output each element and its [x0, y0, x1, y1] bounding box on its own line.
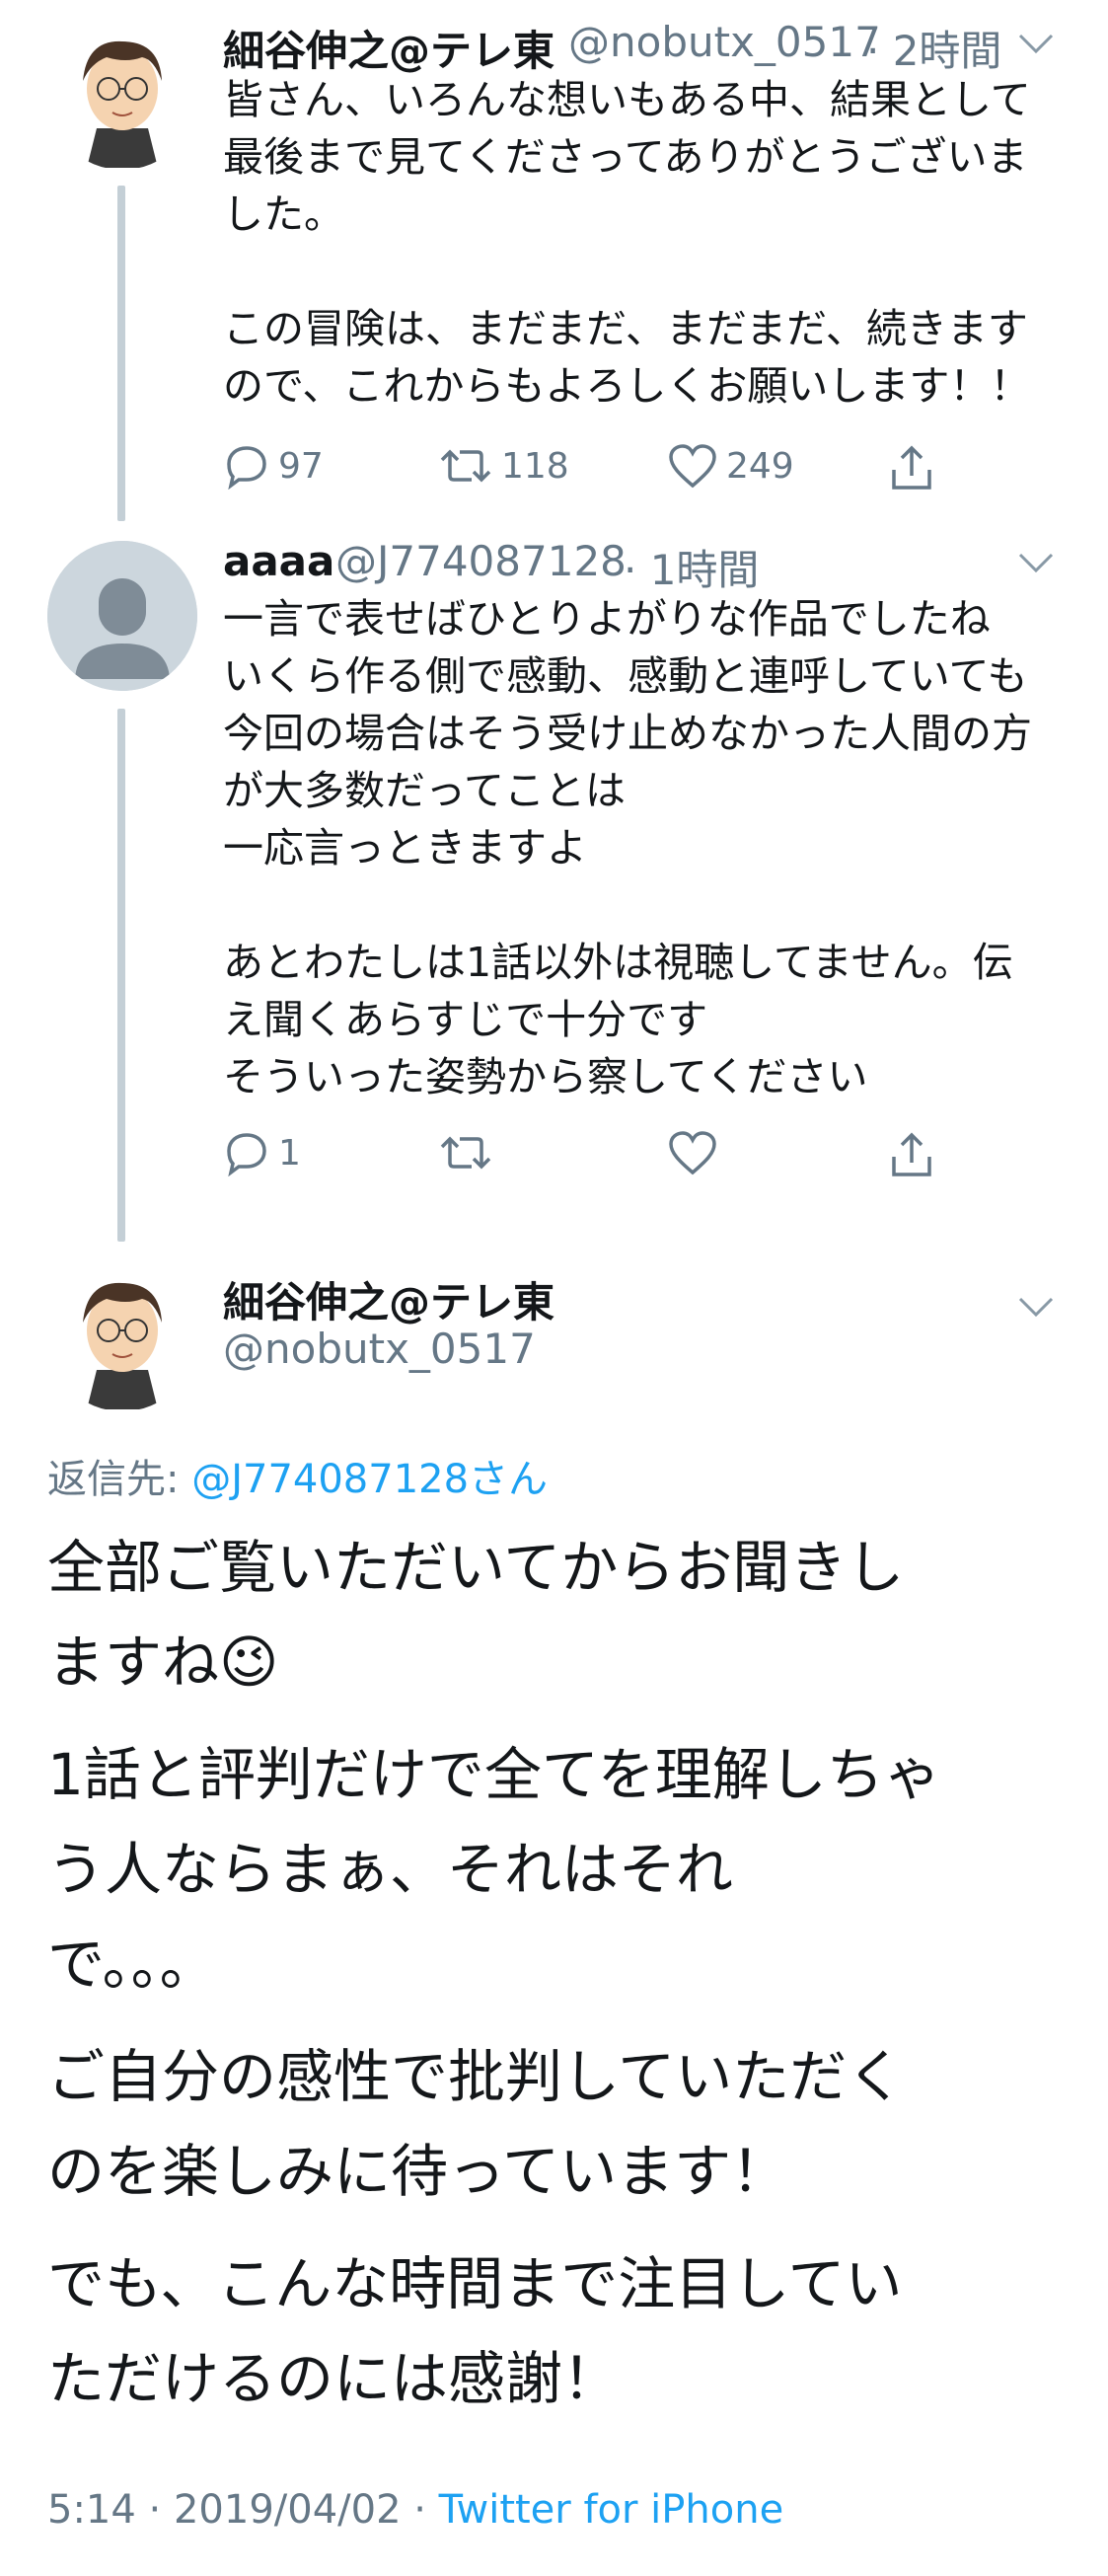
avatar-aaaa[interactable]	[47, 541, 197, 691]
main-paragraph-1: 全部ご覧いただいてからお聞きし ますね😉	[47, 1534, 905, 1696]
tweet1-share-button[interactable]	[888, 442, 935, 493]
source-link[interactable]: Twitter for iPhone	[439, 2487, 784, 2533]
reply-to-prefix: 返信先:	[47, 1457, 192, 1502]
timestamp: 5:14 · 2019/04/02 ·	[47, 2487, 439, 2533]
tweet-footer: 5:14 · 2019/04/02 · Twitter for iPhone	[47, 2487, 783, 2533]
heart-icon	[669, 444, 716, 489]
tweet2-retweet-button[interactable]	[438, 1129, 493, 1176]
tweet1-like-count: 249	[726, 445, 794, 487]
tweet1-like-button[interactable]: 249	[667, 442, 794, 490]
reply-to-line: 返信先: @J774087128さん	[47, 1447, 548, 1504]
share-icon	[892, 445, 931, 490]
avatar-hosoya[interactable]	[47, 20, 197, 170]
tweet2-text: 一言で表せばひとりよがりな作品でしたね いくら作る側で感動、感動と連呼していても…	[223, 595, 1032, 1100]
tweet1-name[interactable]: 細谷伸之@テレ東	[223, 18, 554, 78]
tweet1-reply-button[interactable]: 97	[223, 442, 324, 490]
tweet2-time[interactable]: · 1時間	[624, 537, 759, 597]
main-tweet-name[interactable]: 細谷伸之@テレ東	[223, 1269, 554, 1329]
tweet1-chevron-down-icon[interactable]	[1016, 32, 1056, 55]
default-profile-icon	[47, 541, 197, 691]
tweet1-text: 皆さん、いろんな想いもある中、結果として 最後まで見てくださってありがとうござい…	[223, 76, 1031, 410]
retweet-icon	[440, 1136, 491, 1170]
avatar-illustration-icon	[47, 20, 197, 170]
tweet2-reply-count: 1	[278, 1132, 301, 1174]
tweet1-retweet-count: 118	[501, 445, 569, 487]
tweet1-time[interactable]: · 2時間	[866, 18, 1001, 78]
main-tweet-chevron-down-icon[interactable]	[1016, 1295, 1056, 1319]
tweet2-name[interactable]: aaaa	[223, 537, 334, 585]
thread-line-2	[117, 709, 125, 1242]
main-paragraph-3: ご自分の感性で批判していただく のを楽しみに待っています！	[47, 2043, 905, 2205]
main-tweet-handle[interactable]: @nobutx_0517	[223, 1325, 536, 1373]
thread-line-1	[117, 186, 125, 521]
share-icon	[892, 1132, 931, 1176]
avatar-hosoya-main[interactable]	[47, 1261, 197, 1411]
tweet1-retweet-button[interactable]: 118	[438, 442, 569, 490]
avatar-illustration-icon	[47, 1261, 197, 1411]
tweet2-reply-button[interactable]: 1	[223, 1129, 301, 1176]
tweet2-handle[interactable]: @J774087128	[335, 537, 627, 585]
reply-icon	[227, 1133, 266, 1176]
tweet2-share-button[interactable]	[888, 1129, 935, 1180]
tweet2-like-button[interactable]	[667, 1129, 718, 1176]
retweet-icon	[440, 449, 491, 483]
main-paragraph-2: 1話と評判だけで全てを理解しちゃ う人ならまぁ、それはそれ で。。。	[47, 1741, 941, 1998]
tweet2-chevron-down-icon[interactable]	[1016, 551, 1056, 574]
heart-icon	[669, 1131, 716, 1175]
reply-icon	[227, 446, 266, 490]
tweet1-reply-count: 97	[278, 445, 324, 487]
main-tweet-text: 全部ご覧いただいてからお聞きし ますね😉 1話と評判だけで全てを理解しちゃ う人…	[47, 1520, 1073, 2444]
main-paragraph-4: でも、こんな時間まで注目してい ただけるのには感謝！	[47, 2250, 903, 2412]
reply-to-link[interactable]: @J774087128さん	[191, 1457, 548, 1502]
tweet1-handle[interactable]: @nobutx_0517	[568, 18, 881, 66]
